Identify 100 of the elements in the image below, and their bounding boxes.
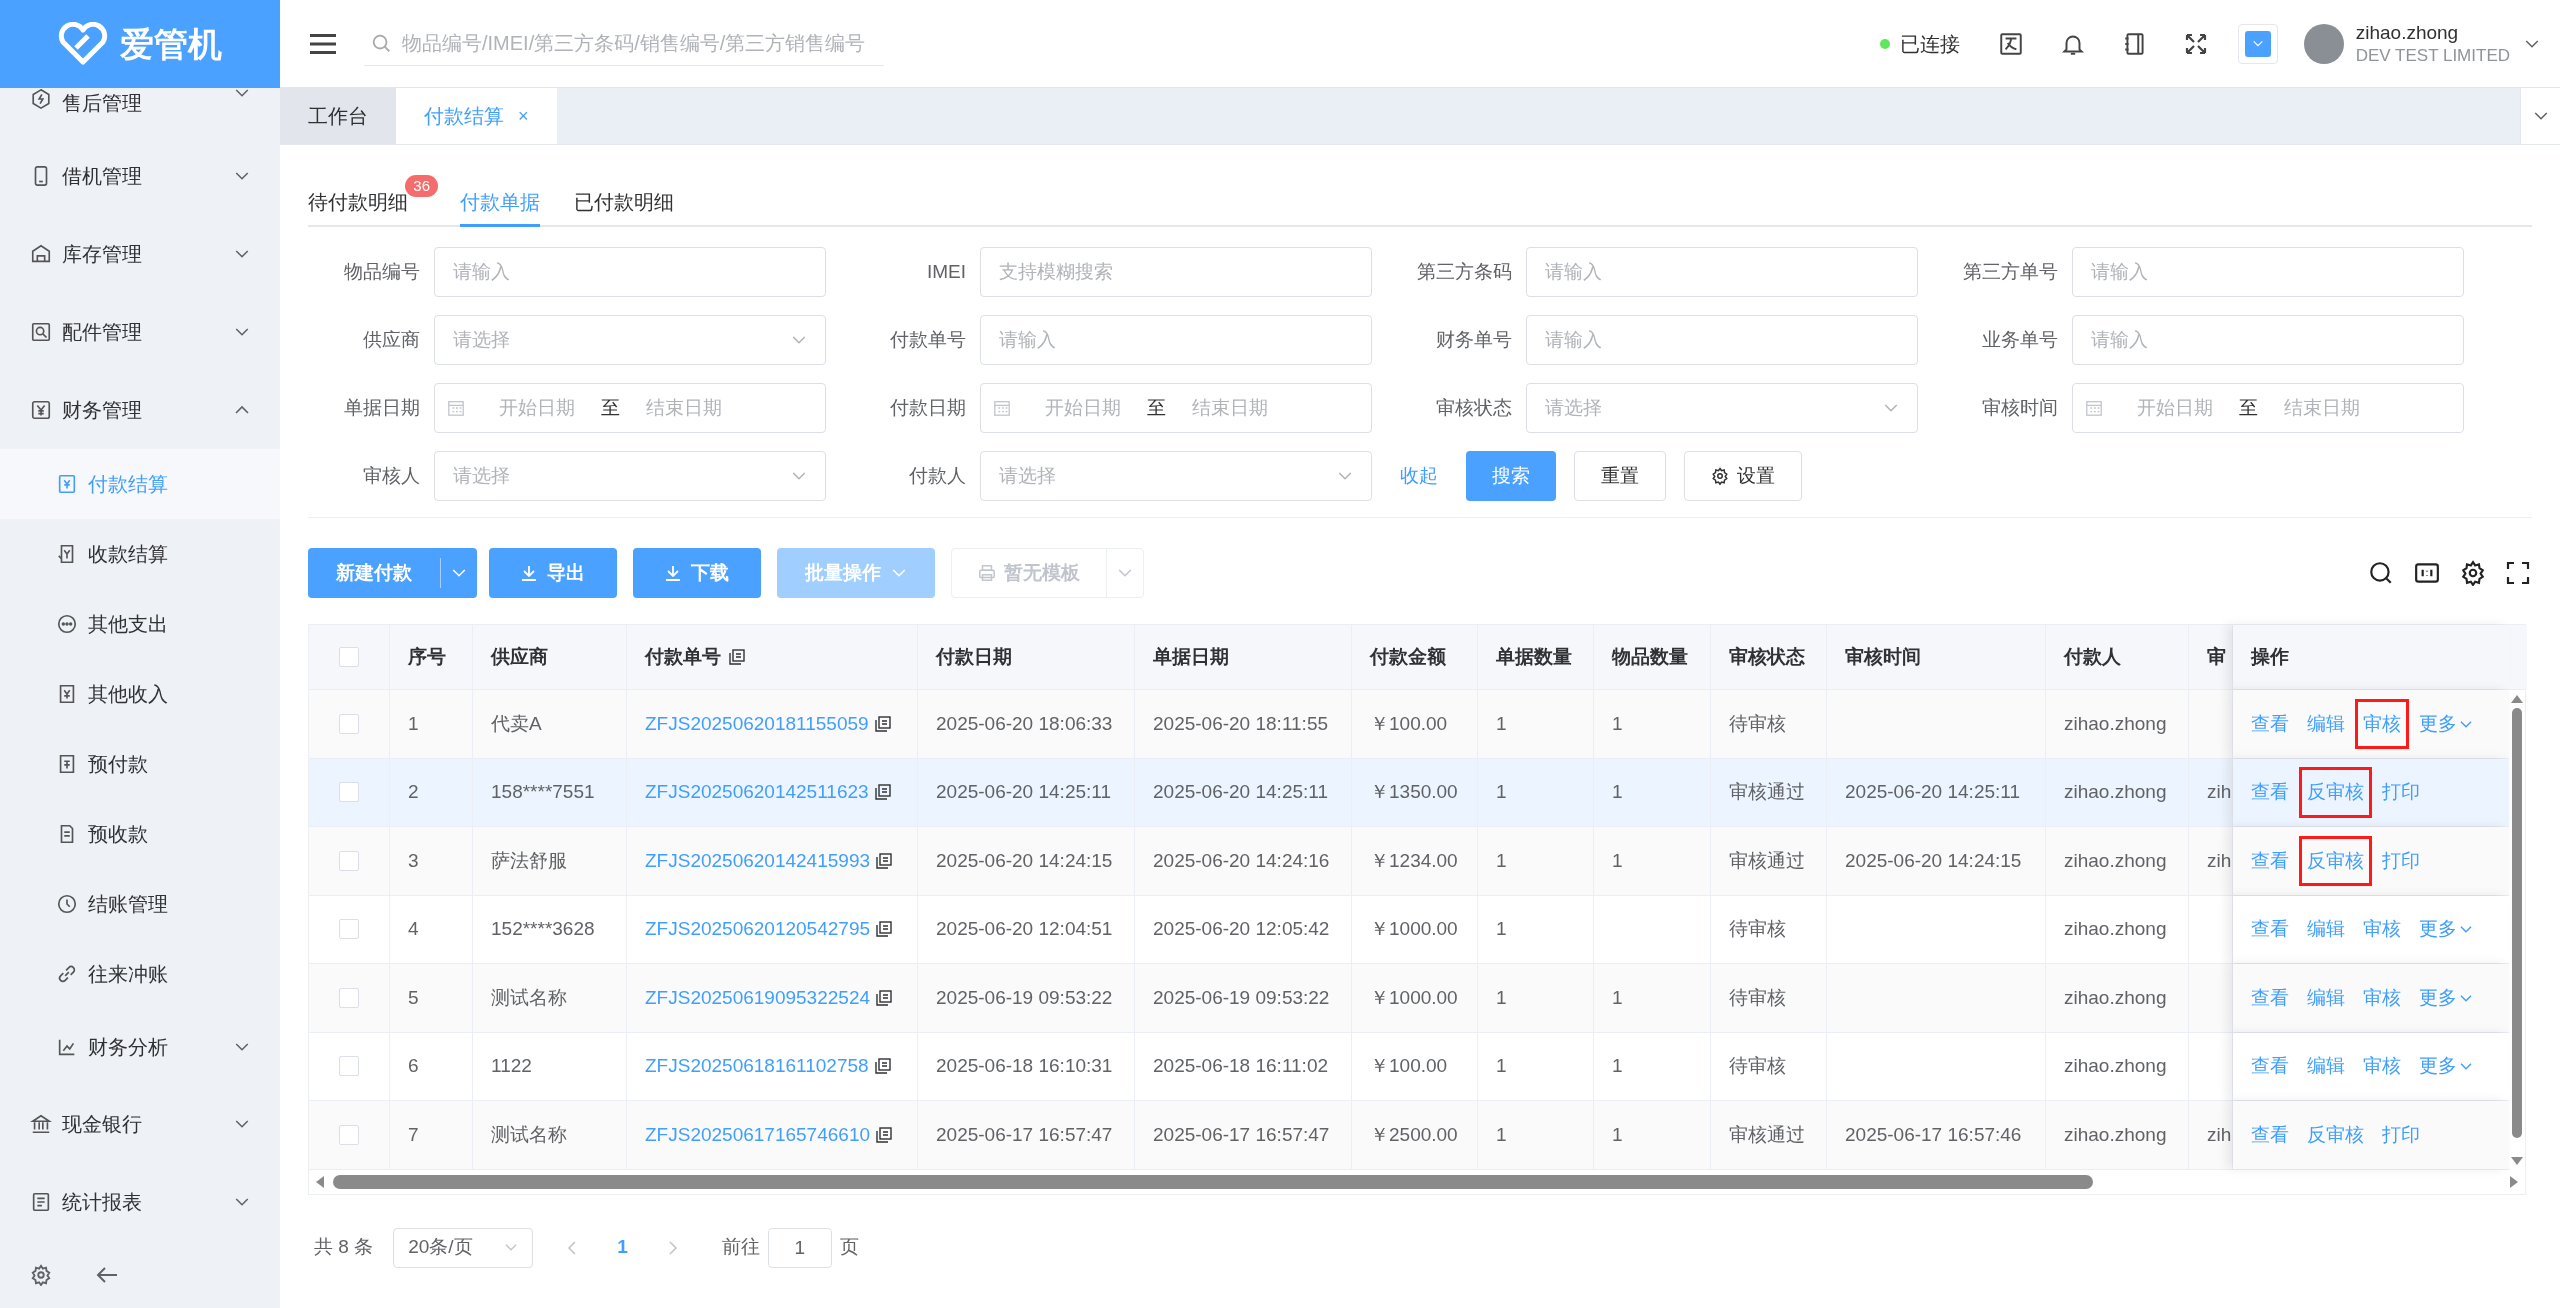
payment-number-link[interactable]: ZFJS20250618161102758	[645, 1052, 869, 1081]
sub-tab[interactable]: 待付款明细	[308, 179, 408, 227]
translate-icon[interactable]	[1997, 30, 2024, 57]
row-action-link[interactable]: 打印	[2382, 846, 2420, 875]
row-action-link[interactable]: 查看	[2251, 915, 2289, 944]
scroll-up-arrow-icon[interactable]	[2510, 694, 2524, 704]
payment-number-link[interactable]: ZFJS20250619095322524	[645, 983, 871, 1012]
page-input[interactable]: 1	[767, 1227, 832, 1268]
payment-number-link[interactable]: ZFJS20250620142415993	[645, 846, 871, 875]
row-action-link[interactable]: 查看	[2251, 846, 2289, 875]
row-action-link[interactable]: 审核	[2363, 1052, 2401, 1081]
sidebar-menu-item[interactable]: 库存管理	[0, 215, 280, 293]
select-field[interactable]: 请选择	[1526, 383, 1918, 433]
settings-icon[interactable]	[2460, 560, 2486, 586]
page-number[interactable]: 1	[617, 1233, 628, 1262]
table-row[interactable]: 4 152****3628 ZFJS20250620120542795 2025-06-20 12:04:51 2025-06-20 12:05:42 ￥1000.00 1 待审核 zihao.zhong 查看 编辑 审核 更多	[309, 895, 2509, 964]
date-range-field[interactable]: 开始日期 至 结束日期	[2072, 383, 2464, 433]
sidebar-menu-item[interactable]: 现金银行	[0, 1085, 280, 1163]
table-row[interactable]: 2 158****7551 ZFJS20250620142511623 2025-06-20 14:25:11 2025-06-20 14:25:11 ￥1350.00 1 1 审核通过 2025-06-20 14:25:11 zihao.zhong zih 查看 反审核 打印	[309, 758, 2509, 827]
row-action-link[interactable]: 查看	[2251, 778, 2289, 807]
payment-number-link[interactable]: ZFJS20250620120542795	[645, 915, 871, 944]
row-action-link[interactable]: 反审核	[2307, 1120, 2364, 1149]
copy-icon[interactable]	[874, 784, 891, 801]
payment-number-link[interactable]: ZFJS20250620142511623	[645, 778, 869, 807]
table-row[interactable]: 3 萨法舒服 ZFJS20250620142415993 2025-06-20 14:24:15 2025-06-20 14:24:16 ￥1234.00 1 1 审核通过 2025-06-20 14:24:15 zihao.zhong zih 查看 反审核 打印	[309, 827, 2509, 896]
copy-icon[interactable]	[876, 852, 893, 869]
sidebar-menu-item[interactable]: 售后管理	[0, 88, 280, 137]
select-field[interactable]: 请选择	[980, 451, 1372, 501]
search-button[interactable]: 搜索	[1466, 451, 1556, 501]
more-dropdown-link[interactable]: 更多	[2419, 983, 2473, 1012]
ratio-icon[interactable]	[2414, 560, 2440, 586]
search-icon[interactable]	[2368, 560, 2394, 586]
text-field[interactable]: 请输入	[1526, 247, 1918, 297]
copy-icon[interactable]	[729, 649, 745, 665]
page-size-select[interactable]: 20条/页	[393, 1227, 534, 1268]
sidebar-submenu-item[interactable]: 收款结算	[0, 519, 280, 589]
more-dropdown-link[interactable]: 更多	[2419, 1052, 2473, 1081]
dropdown-toggle[interactable]	[2237, 23, 2278, 64]
reset-button[interactable]: 重置	[1574, 451, 1666, 501]
more-dropdown-link[interactable]: 更多	[2419, 915, 2473, 944]
menu-icon[interactable]	[310, 32, 336, 55]
collapse-link[interactable]: 收起	[1400, 461, 1438, 491]
download-button[interactable]: 导出	[489, 548, 617, 598]
text-field[interactable]: 请输入	[1526, 315, 1918, 365]
sidebar-submenu-item[interactable]: 往来冲账	[0, 939, 280, 1009]
checkbox[interactable]	[339, 782, 359, 803]
copy-icon[interactable]	[876, 989, 893, 1006]
date-range-field[interactable]: 开始日期 至 结束日期	[434, 383, 826, 433]
table-row[interactable]: 7 测试名称 ZFJS20250617165746610 2025-06-17 16:57:47 2025-06-17 16:57:47 ￥2500.00 1 1 审核通过 2025-06-17 16:57:46 zihao.zhong zih 查看 反审核 打印	[309, 1101, 2509, 1170]
table-row[interactable]: 1 代卖A ZFJS20250620181155059 2025-06-20 18:06:33 2025-06-20 18:11:55 ￥100.00 1 1 待审核 zihao.zhong 查看 编辑 审核 更多	[309, 690, 2509, 759]
row-action-link[interactable]: 编辑	[2307, 983, 2345, 1012]
select-field[interactable]: 请选择	[434, 451, 826, 501]
copy-icon[interactable]	[876, 1126, 893, 1143]
row-action-link[interactable]: 审核	[2363, 983, 2401, 1012]
text-field[interactable]: 支持模糊搜索	[980, 247, 1372, 297]
sidebar-submenu-item[interactable]: 其他支出	[0, 589, 280, 659]
sidebar-menu-item[interactable]: 借机管理	[0, 137, 280, 215]
sidebar-submenu-item[interactable]: 其他收入	[0, 659, 280, 729]
sidebar-submenu-item[interactable]: 预付款	[0, 729, 280, 799]
row-action-link[interactable]: 反审核	[2307, 846, 2364, 875]
row-action-link[interactable]: 查看	[2251, 983, 2289, 1012]
text-field[interactable]: 请输入	[2072, 247, 2464, 297]
row-action-link[interactable]: 审核	[2363, 915, 2401, 944]
scroll-left-arrow-icon[interactable]	[315, 1174, 325, 1189]
sub-tab[interactable]: 付款单据	[460, 179, 540, 227]
download-button[interactable]: 下载	[633, 548, 761, 598]
fullscreen-arrows-icon[interactable]	[2183, 31, 2208, 56]
row-action-link[interactable]: 编辑	[2307, 1052, 2345, 1081]
date-range-field[interactable]: 开始日期 至 结束日期	[980, 383, 1372, 433]
page-tab[interactable]: 付款结算 ×	[396, 88, 557, 144]
row-action-link[interactable]: 打印	[2382, 778, 2420, 807]
sidebar-menu-item[interactable]: 财务管理	[0, 371, 280, 449]
row-action-link[interactable]: 编辑	[2307, 915, 2345, 944]
checkbox[interactable]	[339, 713, 359, 734]
sidebar-submenu-item[interactable]: 预收款	[0, 799, 280, 869]
payment-number-link[interactable]: ZFJS20250617165746610	[645, 1120, 871, 1149]
table-row[interactable]: 6 1122 ZFJS20250618161102758 2025-06-18 16:10:31 2025-06-18 16:11:02 ￥100.00 1 1 待审核 zihao.zhong 查看 编辑 审核 更多	[309, 1032, 2509, 1101]
text-field[interactable]: 请输入	[434, 247, 826, 297]
checkbox[interactable]	[339, 1056, 359, 1077]
sidebar-submenu-item[interactable]: 付款结算	[0, 449, 280, 519]
select-field[interactable]: 请选择	[434, 315, 826, 365]
scroll-down-arrow-icon[interactable]	[2510, 1155, 2524, 1166]
table-row[interactable]: 5 测试名称 ZFJS20250619095322524 2025-06-19 09:53:22 2025-06-19 09:53:22 ￥1000.00 1 1 待审核 zihao.zhong 查看 编辑 审核 更多	[309, 964, 2509, 1033]
checkbox[interactable]	[339, 919, 359, 940]
user-avatar[interactable]	[2303, 23, 2344, 64]
sidebar-menu-item[interactable]: 统计报表	[0, 1163, 280, 1241]
copy-icon[interactable]	[874, 715, 891, 732]
collapse-arrow-icon[interactable]	[96, 1266, 118, 1284]
text-field[interactable]: 请输入	[2072, 315, 2464, 365]
sidebar-menu-item[interactable]: 配件管理	[0, 293, 280, 371]
row-action-link[interactable]: 查看	[2251, 1120, 2289, 1149]
row-action-link[interactable]: 查看	[2251, 1052, 2289, 1081]
page-tab[interactable]: 工作台	[280, 88, 396, 144]
tab-close-button[interactable]: ×	[518, 102, 529, 130]
more-dropdown-link[interactable]: 更多	[2419, 709, 2473, 738]
sidebar-submenu-item[interactable]: 结账管理	[0, 869, 280, 939]
row-action-link[interactable]: 审核	[2363, 709, 2401, 738]
fullscreen-icon[interactable]	[2506, 561, 2530, 585]
checkbox[interactable]	[339, 647, 359, 667]
scroll-right-arrow-icon[interactable]	[2509, 1174, 2519, 1189]
